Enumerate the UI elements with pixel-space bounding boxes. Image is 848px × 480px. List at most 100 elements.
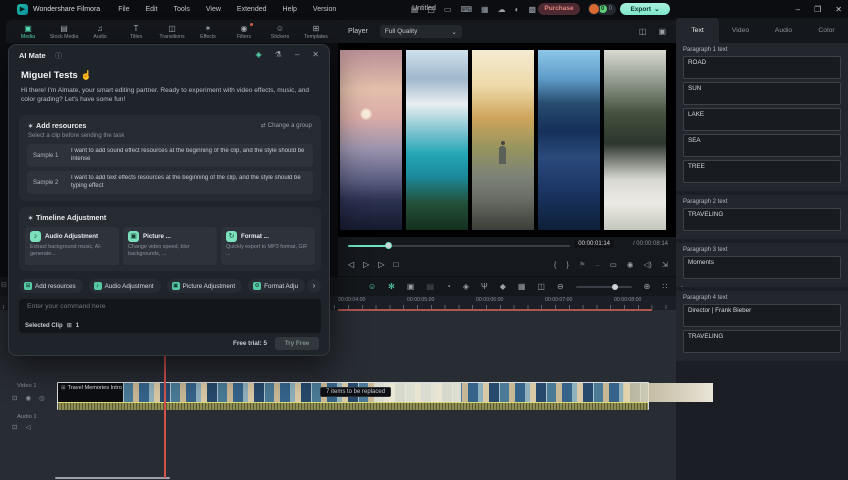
zoom-in-icon[interactable]: ⊕	[644, 282, 651, 291]
layout-grid-icon[interactable]: ▩	[528, 5, 536, 14]
mirror-screen-icon[interactable]: ▭	[610, 260, 617, 269]
chip-add-resources[interactable]: ⊞ Add resources	[19, 279, 83, 293]
ai-mate-icon[interactable]: ☺	[368, 282, 376, 291]
copy-icon[interactable]: ▣	[407, 282, 415, 291]
more-icon[interactable]: ·	[680, 282, 683, 291]
minimize-button[interactable]: –	[796, 5, 800, 14]
tab-filters[interactable]: ◉ Filters	[226, 24, 262, 40]
collapsed-panel-handle-icon[interactable]: ⊟	[1, 281, 7, 289]
minimize-panel-icon[interactable]: –	[295, 50, 299, 59]
menu-version[interactable]: Version	[313, 6, 336, 13]
share-icon[interactable]: ◳	[427, 5, 435, 14]
menu-tools[interactable]: Tools	[174, 6, 190, 13]
info-icon[interactable]: ⓘ	[55, 51, 62, 61]
device-icon[interactable]: ▤	[411, 5, 419, 14]
tab-audio-props[interactable]: Audio	[762, 18, 805, 43]
next-frame-button[interactable]: ▷	[378, 260, 384, 269]
screen-record-icon[interactable]: ▭	[444, 5, 452, 14]
keyframe-icon[interactable]: ◆	[500, 282, 506, 291]
zoom-slider-knob[interactable]	[612, 284, 618, 290]
mask-icon[interactable]: ◈	[463, 282, 469, 291]
experiment-flask-icon[interactable]: ⚗	[275, 50, 282, 59]
tab-text[interactable]: Text	[676, 18, 719, 43]
text-field[interactable]: SUN	[683, 82, 841, 105]
tab-stickers[interactable]: ☺ Stickers	[262, 24, 298, 40]
try-free-button[interactable]: Try Free	[275, 337, 319, 350]
fullscreen-icon[interactable]: ⇲	[662, 260, 668, 269]
chip-audio-adjustment[interactable]: ♪ Audio Adjustment	[89, 279, 161, 293]
text-field[interactable]: SEA	[683, 134, 841, 157]
eye-icon[interactable]: ◉	[25, 394, 31, 402]
sample-2-row[interactable]: Sample 2 I want to add text effects reso…	[27, 171, 313, 194]
format-adjustment-card[interactable]: ↻ Format ... Quickly export to MP3 forma…	[221, 227, 315, 265]
mark-in-button[interactable]: {	[554, 260, 557, 269]
text-field[interactable]: Director | Frank Bieber	[683, 304, 841, 327]
seek-bar[interactable]	[348, 245, 570, 247]
label-tag-icon[interactable]: ◈	[256, 50, 262, 59]
tab-transitions[interactable]: ◫ Transitions	[154, 24, 190, 40]
cloud-icon[interactable]: ☁	[498, 5, 506, 14]
tab-video[interactable]: Video	[719, 18, 762, 43]
solo-icon[interactable]: ◎	[39, 394, 45, 402]
account-badges[interactable]: 0 0	[588, 3, 616, 15]
menu-file[interactable]: File	[118, 6, 129, 13]
text-field[interactable]: Moments	[683, 256, 841, 279]
chips-scroll-right-button[interactable]: ›	[307, 279, 321, 293]
mute-icon[interactable]: ◁	[25, 423, 30, 431]
preview-canvas[interactable]	[338, 43, 676, 237]
restore-button[interactable]: ❐	[814, 5, 821, 14]
sample-1-row[interactable]: Sample 1 I want to add sound effect reso…	[27, 144, 313, 167]
stop-button[interactable]: □	[393, 260, 398, 269]
speed-icon[interactable]: ◔	[446, 282, 451, 291]
keyboard-icon[interactable]: ⌨	[460, 5, 472, 14]
play-button[interactable]: ▷	[363, 260, 369, 269]
snapshot-icon[interactable]: ◉	[627, 260, 634, 269]
quality-selector[interactable]: Full Quality ⌄	[380, 25, 462, 38]
chip-picture-adjustment[interactable]: ▣ Picture Adjustment	[167, 279, 243, 293]
close-panel-icon[interactable]: ✕	[312, 50, 319, 59]
chip-format-adjustment[interactable]: ⚙ Format Adju	[248, 279, 305, 293]
picture-adjustment-card[interactable]: ▣ Picture ... Change video speed, blur b…	[123, 227, 217, 265]
record-voiceover-icon[interactable]: Ψ	[481, 282, 488, 291]
avatar-badge[interactable]	[588, 3, 600, 15]
lock-icon[interactable]: ⊡	[12, 423, 17, 431]
menu-help[interactable]: Help	[283, 6, 297, 13]
horizontal-scrollbar[interactable]	[55, 477, 170, 479]
volume-icon[interactable]: ◁)	[643, 260, 651, 269]
tab-effects[interactable]: ✶ Effects	[190, 24, 226, 40]
menu-view[interactable]: View	[206, 6, 221, 13]
seek-handle[interactable]	[385, 242, 392, 249]
tab-templates[interactable]: ⊞ Templates	[298, 24, 334, 40]
tab-audio[interactable]: ♫ Audio	[82, 24, 118, 40]
change-group-button[interactable]: ⇄ Change a group	[261, 122, 312, 129]
menu-extended[interactable]: Extended	[237, 6, 267, 13]
timeline-zoom-slider[interactable]	[576, 286, 632, 288]
text-field[interactable]: TRAVELING	[683, 208, 841, 231]
mark-out-button[interactable]: }	[566, 260, 569, 269]
lock-icon[interactable]: ⊡	[12, 394, 17, 402]
tab-titles[interactable]: T Titles	[118, 24, 154, 40]
group-icon[interactable]: ▤	[426, 282, 434, 291]
theme-icon[interactable]: ◐	[515, 5, 520, 14]
text-field[interactable]: ROAD	[683, 56, 841, 79]
split-view-icon[interactable]: ◫	[639, 27, 647, 36]
text-field[interactable]: LAKE	[683, 108, 841, 131]
tab-media[interactable]: ▣ Media	[10, 24, 46, 40]
text-field[interactable]: TRAVELING	[683, 330, 841, 353]
export-button[interactable]: Export ⌄	[620, 3, 670, 15]
close-button[interactable]: ✕	[835, 5, 842, 14]
render-preview-icon[interactable]: ▦	[518, 282, 526, 291]
audio-adjustment-card[interactable]: ♪ Audio Adjustment Extract background mu…	[25, 227, 119, 265]
marker-flag-icon[interactable]: ⚑	[579, 260, 586, 269]
magic-tools-icon[interactable]: ✻	[388, 282, 395, 291]
tab-color[interactable]: Color	[805, 18, 848, 43]
menu-edit[interactable]: Edit	[145, 6, 157, 13]
preview-image-icon[interactable]: ▣	[658, 27, 666, 36]
track-manager-icon[interactable]: ∷	[662, 282, 668, 291]
zoom-out-icon[interactable]: ⊖	[557, 282, 564, 291]
command-input[interactable]	[25, 302, 309, 311]
text-field[interactable]: TREE	[683, 160, 841, 183]
crop-icon[interactable]: ◫	[537, 282, 545, 291]
tab-stock-media[interactable]: ▤ Stock Media	[46, 24, 82, 40]
previous-frame-button[interactable]: ◁	[348, 260, 354, 269]
